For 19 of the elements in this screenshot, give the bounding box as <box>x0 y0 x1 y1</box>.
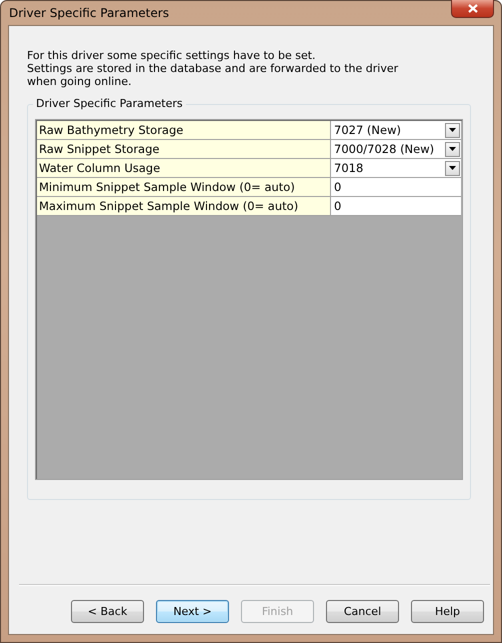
property-label: Water Column Usage <box>37 159 331 177</box>
close-button[interactable] <box>451 0 494 18</box>
group-title: Driver Specific Parameters <box>33 97 186 110</box>
close-icon <box>468 4 478 13</box>
dialog-button[interactable]: Next > <box>156 600 229 623</box>
intro-text: For this driver some specific settings have to be set. Settings are stored in the database and are forwarded to the driver when going online. <box>26 49 400 88</box>
property-label: Minimum Snippet Sample Window (0= auto) <box>37 178 331 196</box>
property-field[interactable]: 0 <box>331 197 461 215</box>
property-dropdown[interactable]: 7027 (New) <box>331 121 461 139</box>
property-label: Raw Bathymetry Storage <box>37 121 331 139</box>
window-title: Driver Specific Parameters <box>8 6 169 20</box>
dialog-button[interactable]: Cancel <box>326 600 399 623</box>
dialog-button[interactable]: < Back <box>71 600 144 623</box>
dialog-button[interactable]: Help <box>411 600 484 623</box>
property-field[interactable]: 0 <box>331 178 461 196</box>
property-dropdown[interactable]: 7000/7028 (New) <box>331 140 461 158</box>
property-label: Maximum Snippet Sample Window (0= auto) <box>37 197 331 215</box>
property-label: Raw Snippet Storage <box>37 140 331 158</box>
property-dropdown[interactable]: 7018 <box>331 159 461 177</box>
